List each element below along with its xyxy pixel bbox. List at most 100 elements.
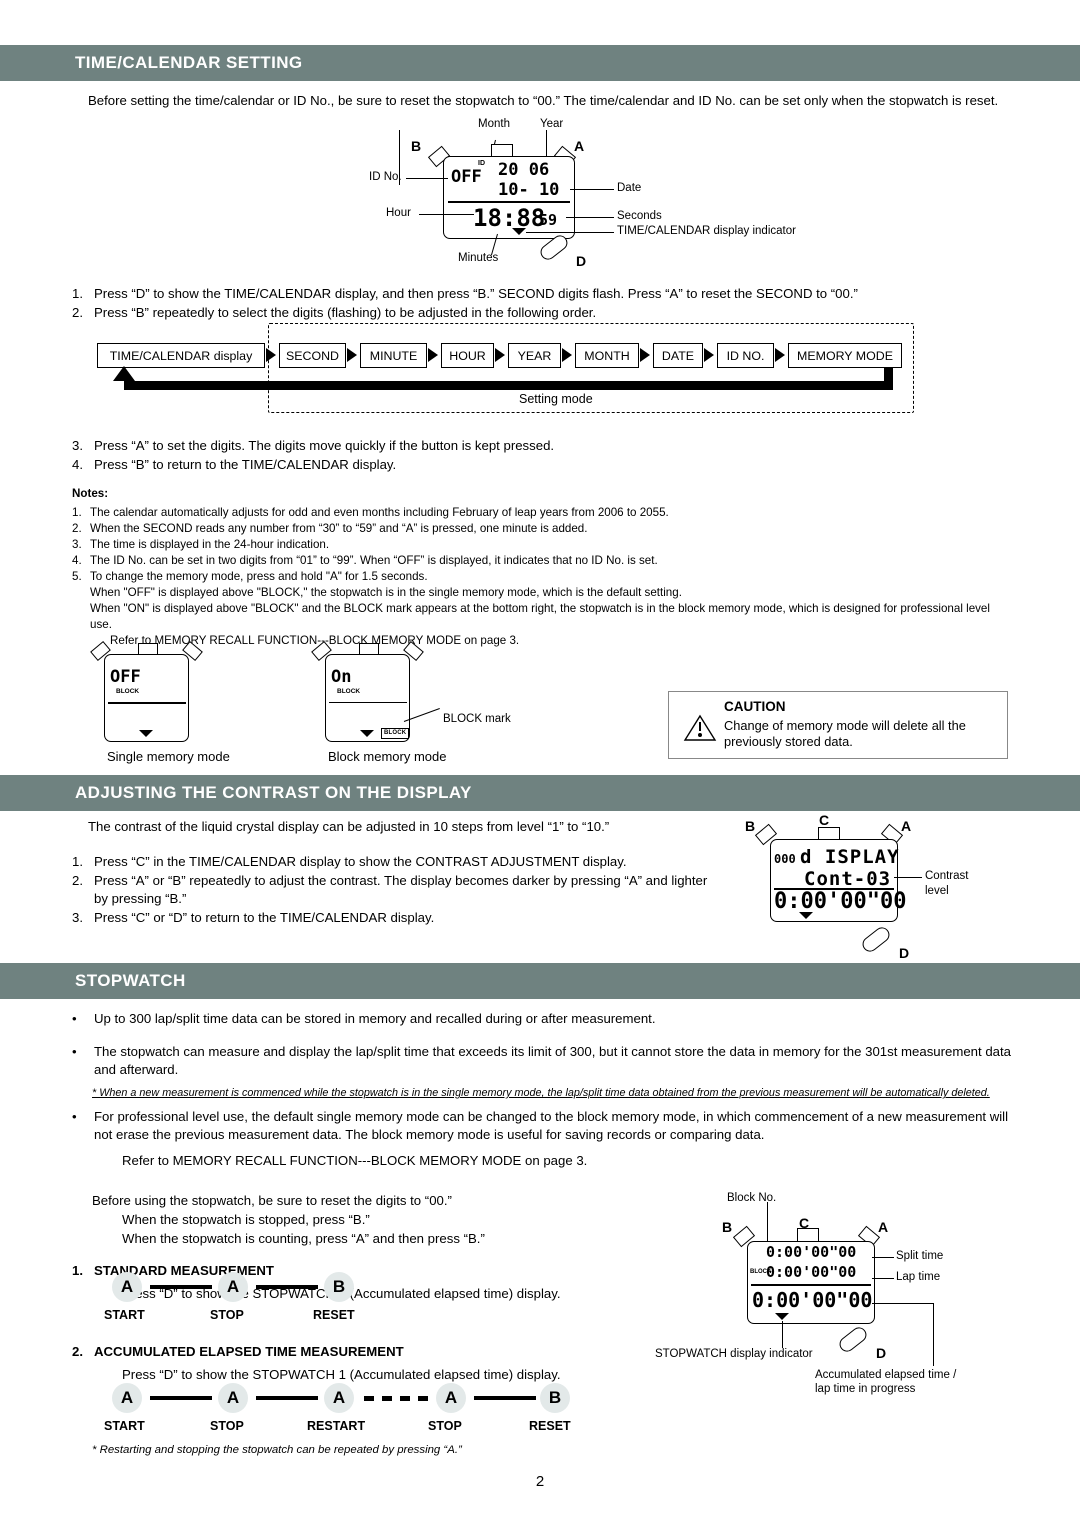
lcd-accumulated-time: 0:00'00"00 (752, 1288, 873, 1312)
label-block-no: Block No. (727, 1192, 777, 1204)
sequence-connector-dash (382, 1396, 392, 1401)
flow-arrow (347, 348, 357, 362)
flow-box-memory-mode: MEMORY MODE (788, 343, 902, 368)
sequence-connector (150, 1285, 212, 1289)
button-step-b-reset: B (324, 1272, 354, 1302)
stopwatch-bullet: • For professional level use, the defaul… (72, 1108, 1012, 1143)
leader-hour (419, 214, 474, 215)
lcd-mode-indicator-triangle (775, 1313, 789, 1320)
flow-box-second: SECOND (279, 343, 346, 368)
sequence-connector-dash (400, 1396, 410, 1401)
button-marker-c: C (819, 812, 830, 828)
button-step-a-start: A (112, 1272, 142, 1302)
flow-arrow (562, 348, 572, 362)
caution-text: Change of memory mode will delete all th… (724, 718, 966, 749)
measurement-heading: 2. ACCUMULATED ELAPSED TIME MEASUREMENT (72, 1343, 672, 1361)
time-calendar-intro: Before setting the time/calendar or ID N… (88, 93, 999, 108)
flow-arrow (640, 348, 650, 362)
note-text: When the SECOND reads any number from “3… (90, 522, 588, 535)
leader-lap-time (872, 1278, 894, 1279)
lcd-block-tag: BLOCK (337, 688, 361, 695)
button-marker-b: B (722, 1219, 733, 1235)
flow-box-start: TIME/CALENDAR display (97, 343, 265, 368)
sequence-label-stop-2: STOP (428, 1419, 462, 1433)
note-text: The time is displayed in the 24-hour ind… (90, 538, 330, 551)
measurement-heading: 1. STANDARD MEASUREMENT (72, 1262, 672, 1280)
caption-single-memory: Single memory mode (107, 749, 230, 764)
note-continued-single: When "OFF" is displayed above "BLOCK," t… (90, 586, 682, 599)
label-hour: Hour (386, 207, 411, 219)
step-item: 1. Press “C” in the TIME/CALENDAR displa… (72, 853, 712, 871)
sequence-connector-dash (418, 1396, 428, 1401)
note-number: 1. (72, 506, 82, 519)
lcd-id-value: OFF (451, 167, 482, 187)
flow-return-horizontal (124, 381, 893, 390)
lcd-contrast-line3: 0:00'00"00 (774, 889, 907, 914)
step-number: 1. (72, 286, 83, 301)
notes-title: Notes: (72, 487, 109, 500)
button-d-shape (859, 924, 893, 955)
section-header-time-calendar: TIME/CALENDAR SETTING (0, 45, 1080, 81)
step-text: Press “A” to set the digits. The digits … (94, 438, 555, 453)
step-text: Press “D” to show the TIME/CALENDAR disp… (94, 286, 858, 301)
button-marker-a: A (878, 1219, 889, 1235)
note-number: 2. (72, 522, 82, 535)
note-text: The calendar automatically adjusts for o… (90, 506, 669, 519)
note-item: 5. To change the memory mode, press and … (72, 569, 1012, 585)
lcd-contrast-line1: d ISPLAY (800, 846, 900, 868)
sequence-label-reset: RESET (529, 1419, 571, 1433)
sequence-label-restart: RESTART (307, 1419, 366, 1433)
flow-arrow (704, 348, 714, 362)
page-number: 2 (535, 1473, 545, 1490)
leader-accum-v (933, 1303, 934, 1366)
leader-contrast-level (894, 877, 922, 878)
section-title: ADJUSTING THE CONTRAST ON THE DISPLAY (75, 783, 472, 802)
measurement-footnote: * Restarting and stopping the stopwatch … (92, 1444, 462, 1456)
section-header-contrast: ADJUSTING THE CONTRAST ON THE DISPLAY (0, 775, 1080, 811)
button-step-a-stop-2: A (436, 1383, 466, 1413)
label-accum-line2: lap time in progress (815, 1383, 916, 1395)
lcd-seconds: 59 (539, 211, 558, 229)
flow-box-year: YEAR (508, 343, 561, 368)
measurement-title: ACCUMULATED ELAPSED TIME MEASUREMENT (94, 1344, 404, 1359)
flow-return-arrow (113, 366, 135, 381)
step-text: Press “C” or “D” to return to the TIME/C… (94, 910, 435, 925)
step-number: 3. (72, 910, 83, 925)
flow-caption: Setting mode (519, 392, 593, 406)
button-marker-d: D (876, 1345, 887, 1361)
lcd-mode-indicator-triangle (139, 730, 153, 737)
lcd-time: 18:88 (473, 204, 546, 232)
lcd-block-state: OFF (110, 667, 141, 687)
measurement-desc: Press “D” to show the STOPWATCH 1 (Accum… (122, 1367, 561, 1382)
label-contrast-line2: level (925, 885, 949, 897)
step-item: 2. Press “B” repeatedly to select the di… (72, 304, 1012, 322)
measurement-number: 1. (72, 1263, 83, 1278)
button-marker-a: A (574, 138, 585, 154)
button-marker-d: D (899, 945, 910, 961)
leader-date (570, 189, 614, 190)
note-number: 3. (72, 538, 82, 551)
lcd-date: 10- 10 (498, 180, 560, 200)
step-text: Press “B” to return to the TIME/CALENDAR… (94, 457, 397, 472)
before-use-line3: When the stopwatch is counting, press “A… (122, 1231, 485, 1246)
label-seconds: Seconds (617, 210, 662, 222)
label-lap-time: Lap time (896, 1271, 941, 1283)
leader-seconds (566, 217, 614, 218)
leader-split-time (872, 1257, 894, 1258)
caption-block-memory: Block memory mode (328, 749, 447, 764)
label-contrast-line1: Contrast (925, 870, 969, 882)
sequence-connector (474, 1396, 536, 1400)
step-number: 3. (72, 438, 83, 453)
stopwatch-footnote: * When a new measurement is commenced wh… (92, 1087, 990, 1099)
measurement-number: 2. (72, 1344, 83, 1359)
button-d-shape (836, 1324, 870, 1355)
button-step-a-start: A (112, 1383, 142, 1413)
lcd-divider (108, 702, 186, 704)
flow-box-hour: HOUR (441, 343, 494, 368)
button-step-a-stop: A (218, 1272, 248, 1302)
flow-arrow (428, 348, 438, 362)
lcd-divider (751, 1284, 871, 1286)
caution-box: CAUTION Change of memory mode will delet… (668, 691, 1008, 759)
label-year: Year (540, 118, 564, 130)
label-block-mark: BLOCK mark (443, 713, 511, 725)
